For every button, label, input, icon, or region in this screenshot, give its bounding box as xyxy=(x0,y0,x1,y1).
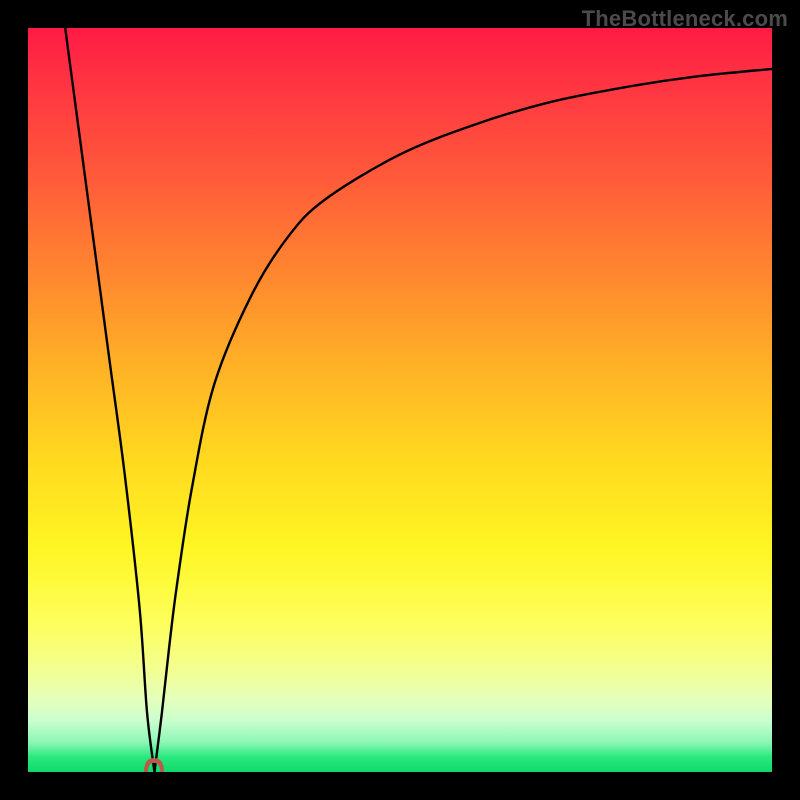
outer-frame: TheBottleneck.com xyxy=(0,0,800,800)
bump-shape-icon xyxy=(144,758,164,772)
plot-area xyxy=(28,28,772,772)
bottleneck-curve xyxy=(28,28,772,772)
watermark-label: TheBottleneck.com xyxy=(582,6,788,32)
bump-marker xyxy=(142,756,166,772)
curve-path xyxy=(65,28,772,772)
